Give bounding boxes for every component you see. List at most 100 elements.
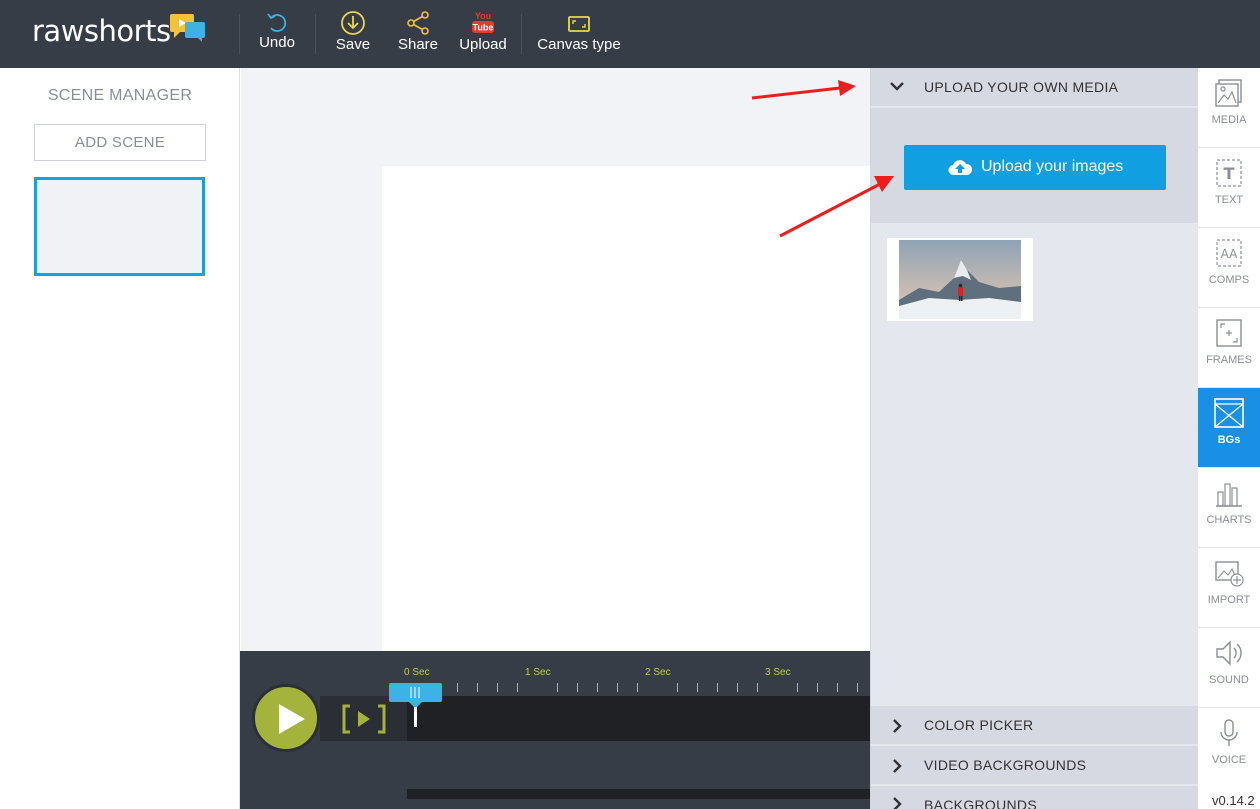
sound-icon — [1216, 640, 1242, 666]
uploaded-image-thumbnail[interactable] — [887, 238, 1033, 321]
ruler-tick — [457, 683, 458, 692]
text-icon: T — [1216, 159, 1242, 187]
preview-frame-button[interactable] — [342, 704, 386, 734]
undo-label: Undo — [259, 34, 295, 51]
rail-label: BGs — [1217, 434, 1241, 446]
rail-item-charts[interactable]: CHARTS — [1198, 468, 1260, 548]
youtube-top-text: You — [475, 11, 491, 21]
canvas-type-button[interactable]: Canvas type — [535, 10, 623, 62]
microphone-icon — [1220, 719, 1238, 746]
ruler-tick — [617, 683, 618, 692]
video-backgrounds-title: VIDEO BACKGROUNDS — [924, 757, 1087, 773]
rail-item-bgs[interactable]: BGs — [1198, 388, 1260, 468]
ruler-tick — [477, 683, 478, 692]
save-icon — [341, 11, 365, 35]
save-label: Save — [335, 36, 371, 53]
timeline-track[interactable] — [407, 696, 870, 741]
annotation-arrow — [779, 176, 894, 238]
timeline-panel: 0 Sec 1 Sec 2 Sec 3 Sec — [240, 651, 870, 809]
rail-item-frames[interactable]: FRAMES — [1198, 308, 1260, 388]
svg-text:T: T — [1224, 164, 1235, 183]
logo-suffix: shorts — [83, 14, 171, 48]
save-button[interactable]: Save — [328, 8, 378, 60]
rail-label: MEDIA — [1211, 114, 1247, 126]
ruler-tick — [817, 683, 818, 692]
ruler-tick — [557, 683, 558, 692]
playhead-handle[interactable] — [389, 683, 443, 729]
canvas-type-icon — [568, 16, 590, 32]
chevron-right-icon — [893, 797, 902, 809]
share-label: Share — [397, 36, 439, 53]
ruler-tick — [757, 683, 758, 692]
undo-icon — [267, 13, 287, 32]
ruler-tick — [737, 683, 738, 692]
rail-label: TEXT — [1214, 194, 1244, 206]
upload-youtube-button[interactable]: You Tube Upload — [456, 8, 510, 60]
ruler-tick — [637, 683, 638, 692]
backgrounds-section-header[interactable]: BACKGROUNDS — [871, 786, 1199, 809]
workspace — [241, 68, 870, 651]
top-toolbar: rawshorts Undo Save Share You Tube Uploa… — [0, 0, 1260, 68]
color-picker-title: COLOR PICKER — [924, 717, 1034, 733]
chevron-right-icon — [893, 759, 902, 773]
app-logo[interactable]: rawshorts — [32, 14, 171, 48]
cloud-upload-icon — [948, 160, 972, 176]
ruler-second-label: 0 Sec — [404, 667, 430, 678]
ruler-tick — [597, 683, 598, 692]
ruler-tick — [677, 683, 678, 692]
ruler-tick — [577, 683, 578, 692]
upload-images-button[interactable]: Upload your images — [904, 145, 1166, 190]
color-picker-section-header[interactable]: COLOR PICKER — [871, 706, 1199, 744]
image-icon — [1215, 79, 1242, 107]
ruler-second-label: 1 Sec — [525, 667, 551, 678]
share-button[interactable]: Share — [394, 8, 442, 60]
undo-button[interactable]: Undo — [252, 8, 302, 60]
rail-item-text[interactable]: T TEXT — [1198, 148, 1260, 228]
import-icon — [1215, 561, 1244, 587]
chart-icon — [1216, 483, 1242, 507]
mountain-photo-image — [899, 240, 1021, 319]
share-icon — [407, 11, 429, 35]
rail-label: FRAMES — [1206, 354, 1252, 366]
backgrounds-title: BACKGROUNDS — [924, 797, 1037, 809]
timeline-scrollbar[interactable] — [407, 789, 870, 799]
rail-label: VOICE — [1211, 754, 1247, 766]
scene-thumbnail[interactable] — [34, 177, 205, 276]
background-icon — [1214, 398, 1244, 428]
scene-manager-title: SCENE MANAGER — [47, 87, 193, 104]
rail-item-media[interactable]: MEDIA — [1198, 68, 1260, 148]
rail-label: IMPORT — [1207, 594, 1251, 606]
upload-images-label: Upload your images — [981, 158, 1124, 175]
ruler-tick — [497, 683, 498, 692]
svg-text:AA: AA — [1221, 247, 1239, 261]
ruler-tick — [517, 683, 518, 692]
ruler-tick — [797, 683, 798, 692]
rail-label: COMPS — [1208, 274, 1250, 286]
canvas-type-label: Canvas type — [537, 36, 621, 53]
upload-media-section-header[interactable]: UPLOAD YOUR OWN MEDIA — [871, 68, 1199, 106]
upload-zone: Upload your images — [871, 108, 1199, 223]
logo-badge-icon — [170, 14, 205, 42]
add-scene-button[interactable]: ADD SCENE — [34, 124, 206, 161]
rail-item-sound[interactable]: SOUND — [1198, 628, 1260, 708]
rail-item-voice[interactable]: VOICE — [1198, 708, 1260, 788]
toolbar-divider — [521, 14, 522, 54]
toolbar-divider — [239, 14, 240, 54]
rail-item-comps[interactable]: AA COMPS — [1198, 228, 1260, 308]
toolbar-divider — [315, 14, 316, 54]
ruler-tick — [837, 683, 838, 692]
logo-prefix: raw — [32, 14, 84, 48]
media-panel: UPLOAD YOUR OWN MEDIA Upload your images — [870, 68, 1199, 809]
chevron-down-icon — [890, 82, 904, 91]
ruler-second-label: 2 Sec — [645, 667, 671, 678]
ruler-tick — [857, 683, 858, 692]
video-backgrounds-section-header[interactable]: VIDEO BACKGROUNDS — [871, 746, 1199, 784]
chevron-right-icon — [893, 719, 902, 733]
youtube-bottom-text: Tube — [473, 23, 494, 33]
rail-item-import[interactable]: IMPORT — [1198, 548, 1260, 628]
comps-icon: AA — [1216, 239, 1242, 267]
play-button[interactable] — [252, 684, 320, 752]
version-label: v0.14.2 — [1212, 793, 1255, 808]
rail-label: SOUND — [1209, 674, 1249, 686]
frames-icon — [1216, 319, 1242, 347]
